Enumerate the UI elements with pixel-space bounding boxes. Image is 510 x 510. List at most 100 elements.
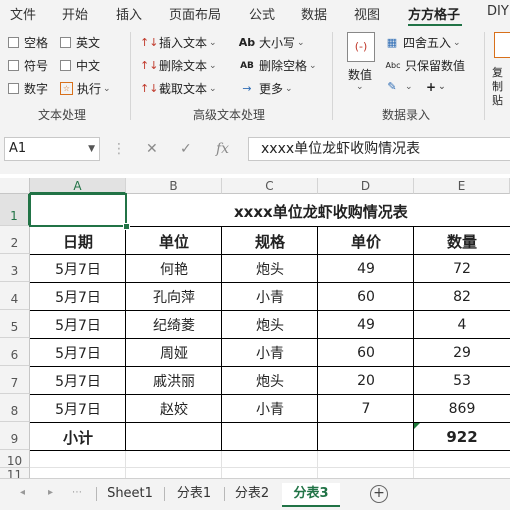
tab-fangfanggezi[interactable]: 方方格子: [408, 4, 460, 23]
cell-spec[interactable]: 炮头: [222, 367, 318, 395]
tab-insert[interactable]: 插入: [116, 4, 142, 23]
delete-text-button[interactable]: ↑↓ 删除文本 ⌄: [140, 57, 217, 74]
group-divider: [130, 32, 131, 120]
trim-space-button[interactable]: AB 删除空格 ⌄: [238, 57, 316, 74]
cell-spec[interactable]: 炮头: [222, 255, 318, 283]
checkbox-icon: [60, 37, 71, 48]
cell-spec[interactable]: 小青: [222, 283, 318, 311]
group-divider: [332, 32, 333, 120]
scroll-right-icon[interactable]: ▸: [48, 487, 53, 498]
more-button[interactable]: → 更多 ⌄: [238, 80, 293, 97]
checkbox-space[interactable]: 空格: [8, 34, 48, 51]
cell-spec[interactable]: 炮头: [222, 311, 318, 339]
cell-date[interactable]: 5月7日: [30, 311, 126, 339]
cell-unit[interactable]: 孔向萍: [126, 283, 222, 311]
cell-unit[interactable]: 赵姣: [126, 395, 222, 423]
cell-unit[interactable]: 纪绮菱: [126, 311, 222, 339]
cell-price[interactable]: 49: [318, 255, 414, 283]
header-date[interactable]: 日期: [30, 227, 126, 255]
cancel-icon[interactable]: ✕: [146, 141, 158, 157]
cell-empty[interactable]: [318, 423, 414, 451]
cell-price[interactable]: 60: [318, 339, 414, 367]
cell-date[interactable]: 5月7日: [30, 255, 126, 283]
selected-cell-a1[interactable]: [29, 193, 127, 227]
cell-date[interactable]: 5月7日: [30, 367, 126, 395]
cell-spec[interactable]: 小青: [222, 395, 318, 423]
edit-icon: ✎: [387, 80, 397, 93]
group-label-text: 文本处理: [38, 108, 87, 122]
header-price[interactable]: 单价: [318, 227, 414, 255]
function-icon[interactable]: fx: [216, 141, 229, 157]
sheet-tab-sheet1[interactable]: Sheet1: [100, 483, 160, 505]
cell-price[interactable]: 60: [318, 283, 414, 311]
tab-data[interactable]: 数据: [301, 4, 327, 23]
cell-empty[interactable]: [126, 423, 222, 451]
confirm-icon[interactable]: ✓: [180, 141, 192, 157]
add-sheet-icon[interactable]: +: [370, 485, 388, 503]
more-sheets-icon[interactable]: ⋯: [72, 487, 82, 498]
chevron-down-icon: ⌄: [209, 60, 217, 71]
number-button[interactable]: 数值: [348, 66, 372, 83]
number-icon: (-): [347, 32, 375, 62]
chevron-down-icon: ⌄: [297, 37, 305, 48]
edit-button[interactable]: ✎ ⌄: [384, 80, 412, 93]
cell-price[interactable]: 49: [318, 311, 414, 339]
tab-home[interactable]: 开始: [62, 4, 88, 23]
scroll-left-icon[interactable]: ◂: [20, 487, 25, 498]
cell-date[interactable]: 5月7日: [30, 339, 126, 367]
cell-quantity[interactable]: 82: [414, 283, 510, 311]
cell-quantity[interactable]: 4: [414, 311, 510, 339]
sheet-tab-fenbiao2[interactable]: 分表2: [228, 483, 276, 505]
formula-input[interactable]: xxxx单位龙虾收购情况表: [248, 137, 510, 161]
cell-unit[interactable]: 戚洪丽: [126, 367, 222, 395]
total-value[interactable]: 922: [414, 423, 510, 451]
header-quantity[interactable]: 数量: [414, 227, 510, 255]
tab-file[interactable]: 文件: [10, 4, 36, 23]
arrow-right-icon: →: [242, 82, 252, 95]
tab-view[interactable]: 视图: [354, 4, 380, 23]
checkbox-icon: [8, 37, 19, 48]
insert-text-button[interactable]: ↑↓ 插入文本 ⌄: [140, 34, 217, 51]
keep-value-button[interactable]: Abc 只保留数值: [384, 57, 466, 74]
checkbox-symbol[interactable]: 符号: [8, 57, 48, 74]
plus-icon: +: [426, 80, 437, 94]
case-button[interactable]: Ab 大小写 ⌄: [238, 34, 305, 51]
cell-date[interactable]: 5月7日: [30, 283, 126, 311]
cell-unit[interactable]: 何艳: [126, 255, 222, 283]
table-title[interactable]: xxxx单位龙虾收购情况表: [126, 196, 510, 226]
header-spec[interactable]: 规格: [222, 227, 318, 255]
copy-paste-button[interactable]: 复制 贴: [492, 66, 510, 108]
cell-quantity[interactable]: 29: [414, 339, 510, 367]
tab-formulas[interactable]: 公式: [249, 4, 275, 23]
checkbox-icon: [8, 60, 19, 71]
checkbox-chinese[interactable]: 中文: [60, 57, 100, 74]
sheet-tab-fenbiao1[interactable]: 分表1: [168, 483, 220, 505]
cell-price[interactable]: 7: [318, 395, 414, 423]
cell-quantity[interactable]: 869: [414, 395, 510, 423]
cell-date[interactable]: 5月7日: [30, 395, 126, 423]
checkbox-number[interactable]: 数字: [8, 80, 48, 97]
sheet-tab-fenbiao3[interactable]: 分表3: [282, 483, 340, 507]
name-box[interactable]: A1 ▼: [4, 137, 100, 161]
case-icon: Ab: [238, 36, 256, 49]
cell-quantity[interactable]: 72: [414, 255, 510, 283]
round-button[interactable]: ▦ 四舍五入 ⌄: [384, 34, 461, 51]
checkbox-english[interactable]: 英文: [60, 34, 100, 51]
chevron-down-icon: ⌄: [285, 83, 293, 94]
cell-unit[interactable]: 周娅: [126, 339, 222, 367]
cell-empty[interactable]: [222, 423, 318, 451]
total-label[interactable]: 小计: [30, 423, 126, 451]
cell-price[interactable]: 20: [318, 367, 414, 395]
tab-diy[interactable]: DIY: [487, 4, 509, 19]
add-button[interactable]: + ⌄: [426, 80, 446, 94]
chevron-down-icon: ⌄: [356, 82, 364, 92]
formula-bar: A1 ▼ ⋮ ✕ ✓ fx xxxx单位龙虾收购情况表: [0, 128, 510, 174]
execute-button[interactable]: ☆ 执行 ⌄: [60, 80, 111, 97]
header-unit[interactable]: 单位: [126, 227, 222, 255]
cell-quantity[interactable]: 53: [414, 367, 510, 395]
tab-page-layout[interactable]: 页面布局: [169, 4, 221, 23]
ribbon-tab-bar: 文件 开始 插入 页面布局 公式 数据 视图 方方格子 DIY: [0, 0, 510, 26]
chevron-down-icon: ⌄: [453, 37, 461, 48]
cut-text-button[interactable]: ↑↓ 截取文本 ⌄: [140, 80, 217, 97]
cell-spec[interactable]: 小青: [222, 339, 318, 367]
